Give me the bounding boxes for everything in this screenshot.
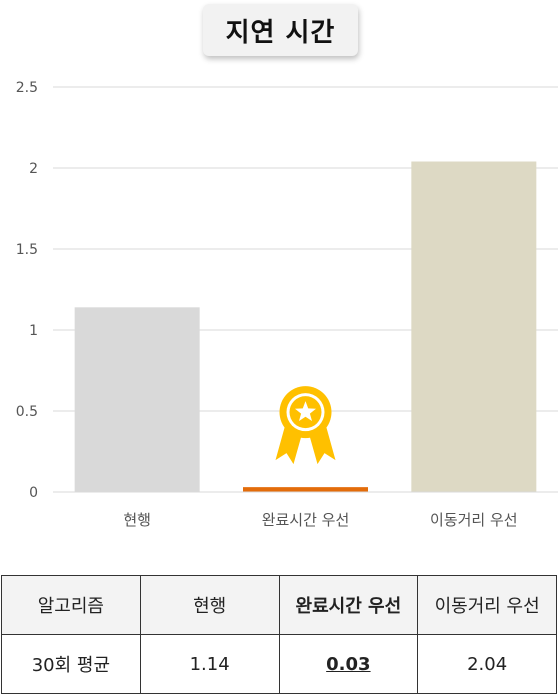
best-value: 0.03 <box>326 653 371 675</box>
table-row: 30회 평균 1.14 0.03 2.04 <box>1 634 557 694</box>
y-tick-label: 0.5 <box>16 404 38 420</box>
value-distance-first: 2.04 <box>417 634 557 694</box>
bar <box>411 161 537 492</box>
award-medal-icon <box>275 386 336 465</box>
x-tick-label: 완료시간 우선 <box>262 511 350 529</box>
value-completion-first: 0.03 <box>278 634 419 694</box>
bar <box>243 487 368 492</box>
bar <box>74 307 200 492</box>
chart-title: 지연 시간 <box>225 17 336 48</box>
row-label: 30회 평균 <box>1 634 141 694</box>
header-completion-first: 완료시간 우선 <box>278 575 419 635</box>
header-current: 현행 <box>139 575 280 635</box>
results-table: 알고리즘 현행 완료시간 우선 이동거리 우선 30회 평균 1.14 0.03… <box>1 575 557 694</box>
y-tick-label: 2 <box>29 161 38 177</box>
y-tick-label: 2.5 <box>16 80 38 96</box>
x-tick-label: 현행 <box>123 511 151 529</box>
y-tick-label: 0 <box>29 485 38 501</box>
bar-chart: 0 0.5 1 1.5 2 2.5 현행 완료시간 우선 이동거리 우선 <box>16 80 558 529</box>
header-algorithm: 알고리즘 <box>1 575 141 635</box>
chart-title-box: 지연 시간 <box>203 4 358 56</box>
x-tick-label: 이동거리 우선 <box>430 511 518 529</box>
y-tick-label: 1.5 <box>16 242 38 258</box>
header-distance-first: 이동거리 우선 <box>417 575 557 635</box>
table-header-row: 알고리즘 현행 완료시간 우선 이동거리 우선 <box>1 575 557 635</box>
y-tick-label: 1 <box>29 323 38 339</box>
value-current: 1.14 <box>139 634 280 694</box>
